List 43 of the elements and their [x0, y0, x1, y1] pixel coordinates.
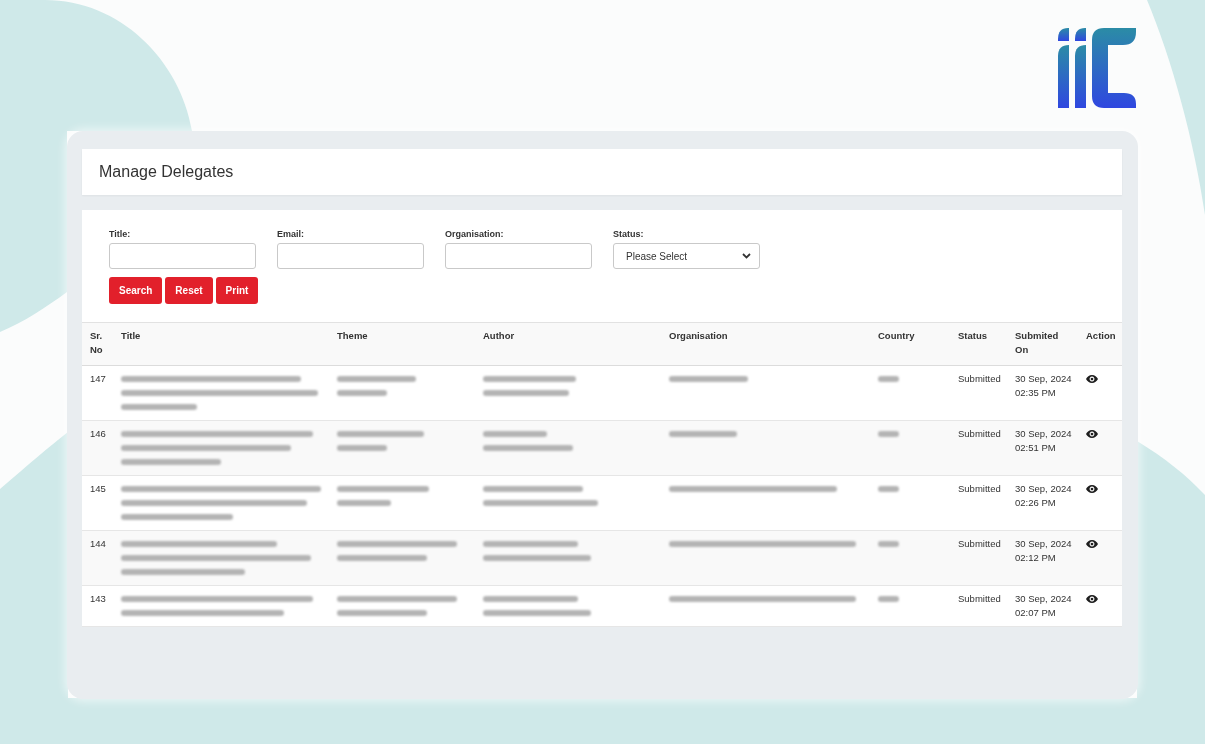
eye-icon[interactable]	[1086, 595, 1098, 603]
table-cell: 30 Sep, 2024 02:07 PM	[1007, 585, 1078, 627]
field-label: Email:	[277, 229, 304, 240]
table-cell: 143	[82, 585, 113, 627]
column-header: Submited On	[1007, 322, 1078, 366]
column-header: Status	[950, 322, 1007, 366]
table-cell: 147	[82, 365, 113, 421]
table-cell: Submitted	[950, 475, 1007, 531]
select-field[interactable]: Please Select	[613, 243, 760, 269]
reset-button[interactable]: Reset	[165, 277, 213, 304]
table-cell: Submitted	[950, 585, 1007, 627]
print-button[interactable]: Print	[215, 277, 259, 304]
eye-icon[interactable]	[1086, 375, 1098, 383]
table-cell: 30 Sep, 2024 02:35 PM	[1007, 365, 1078, 421]
table-cell: Submitted	[950, 420, 1007, 476]
page-title: Manage Delegates	[99, 162, 234, 182]
column-header: Author	[475, 322, 661, 366]
table-cell: 30 Sep, 2024 02:26 PM	[1007, 475, 1078, 531]
search-button[interactable]: Search	[109, 277, 163, 304]
column-header: Organisation	[661, 322, 870, 366]
logo-icon	[1058, 28, 1136, 108]
eye-icon[interactable]	[1086, 485, 1098, 493]
input-field[interactable]	[277, 243, 424, 269]
input-field[interactable]	[109, 243, 256, 269]
eye-icon[interactable]	[1086, 540, 1098, 548]
column-header: Theme	[329, 322, 475, 366]
input-field[interactable]	[445, 243, 592, 269]
table-cell: Submitted	[950, 530, 1007, 586]
column-header: Sr. No	[82, 322, 113, 366]
column-header: Country	[870, 322, 950, 366]
eye-icon[interactable]	[1086, 430, 1098, 438]
table-cell: Submitted	[950, 365, 1007, 421]
table-cell: 145	[82, 475, 113, 531]
column-header: Action	[1078, 322, 1122, 366]
table-cell: 144	[82, 530, 113, 586]
chevron-down-icon	[742, 253, 751, 259]
table-cell: 30 Sep, 2024 02:12 PM	[1007, 530, 1078, 586]
table-cell: 146	[82, 420, 113, 476]
field-label: Status:	[613, 229, 644, 240]
column-header: Title	[113, 322, 329, 366]
field-label: Title:	[109, 229, 131, 240]
field-label: Organisation:	[445, 229, 504, 240]
table-cell: 30 Sep, 2024 02:51 PM	[1007, 420, 1078, 476]
